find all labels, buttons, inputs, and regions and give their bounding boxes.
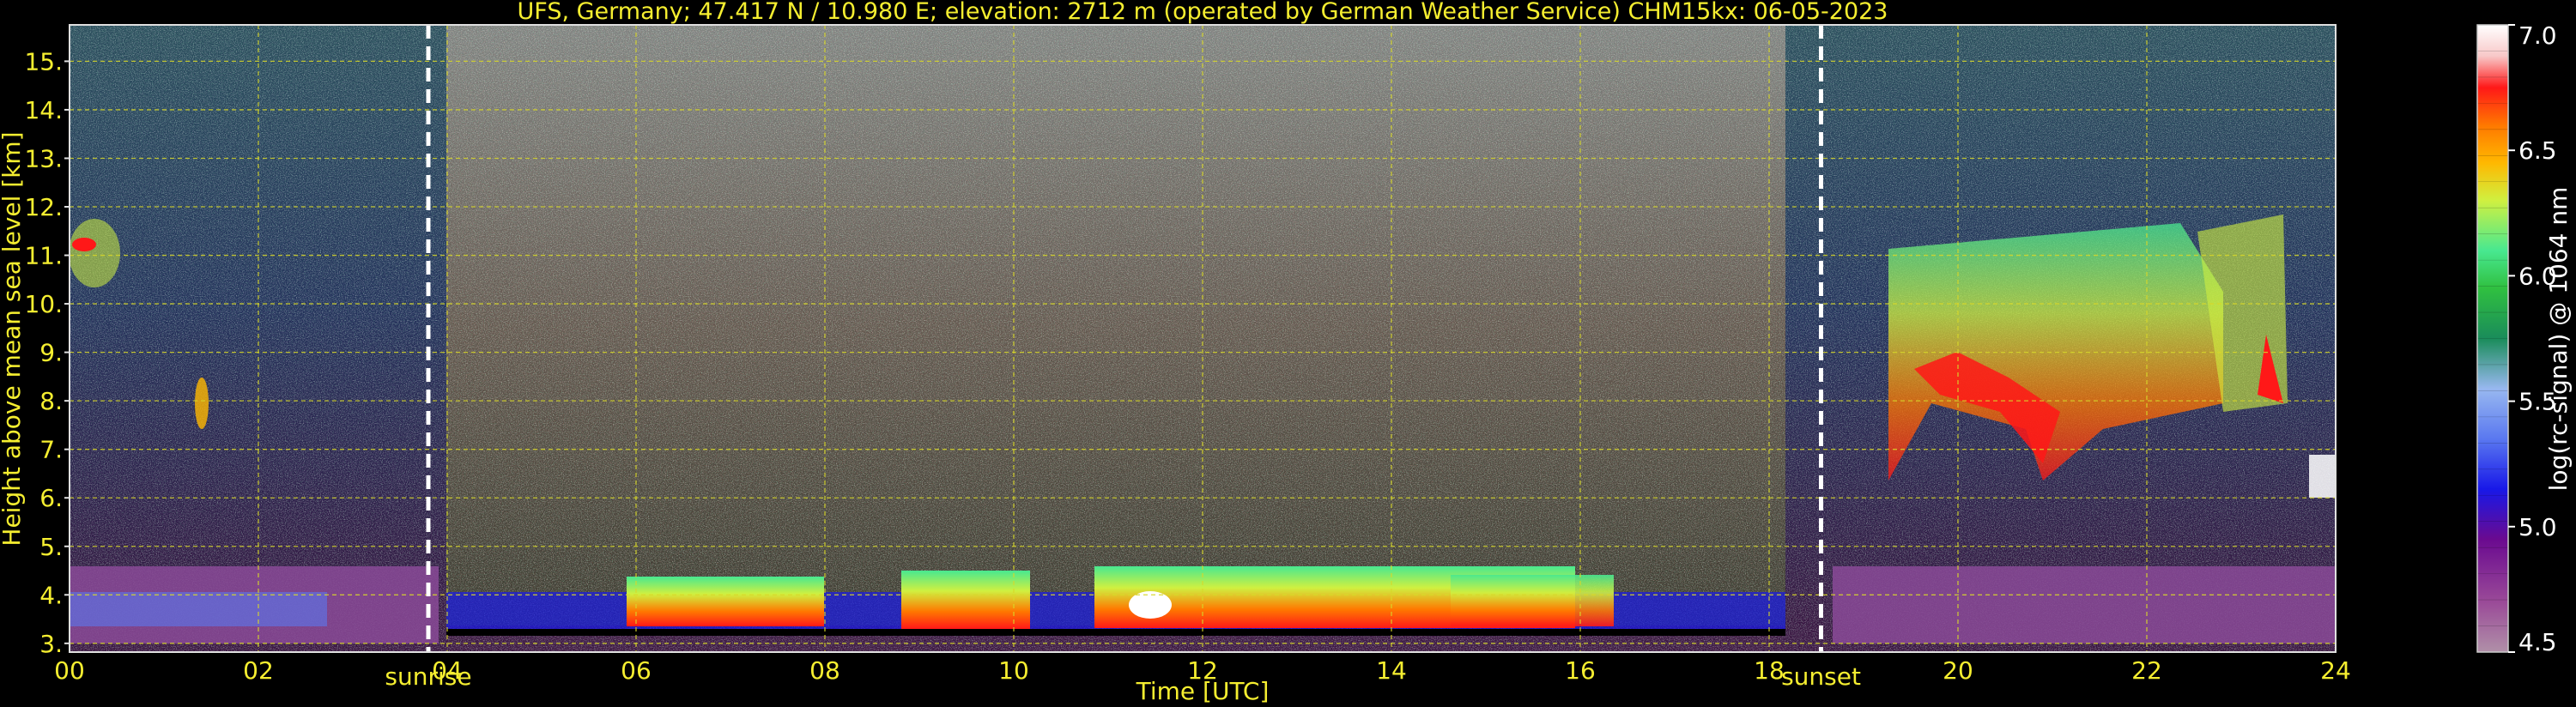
sunset-label: sunset xyxy=(1781,662,1861,691)
y-tick-label: 7. xyxy=(39,436,63,464)
x-tick-label: 06 xyxy=(621,656,652,685)
y-tick-label: 13. xyxy=(24,144,63,172)
lidar-chart: sunrise sunset 00 02 04 06 08 10 12 14 16 18 20 22 24… xyxy=(0,0,2573,705)
colorbar-tick-label: 6.5 xyxy=(2518,136,2557,165)
x-tick-label: 00 xyxy=(54,656,85,685)
y-tick-label: 8. xyxy=(39,387,63,415)
y-tick-label: 10. xyxy=(24,290,63,318)
x-tick-label: 02 xyxy=(243,656,274,685)
y-tick-label: 3. xyxy=(39,630,63,658)
x-tick-label: 10 xyxy=(998,656,1029,685)
y-tick-label: 9. xyxy=(39,339,63,367)
x-tick-label: 18 xyxy=(1754,656,1785,685)
y-tick-label: 15. xyxy=(24,47,63,76)
y-tick-label: 14. xyxy=(24,96,63,124)
x-tick-label: 14 xyxy=(1376,656,1407,685)
x-tick-label: 16 xyxy=(1565,656,1596,685)
y-tick-label: 5. xyxy=(39,533,63,561)
y-tick-label: 11. xyxy=(24,242,63,270)
chart-title: UFS, Germany; 47.417 N / 10.980 E; eleva… xyxy=(518,0,1888,25)
colorbar-tick-label: 5.0 xyxy=(2518,513,2557,541)
x-tick-label: 04 xyxy=(432,656,463,685)
colorbar-label: log(rc-signal) @ 1064 nm xyxy=(2544,187,2573,492)
colorbar-tick-label: 7.0 xyxy=(2518,21,2557,50)
colorbar-tick-label: 4.5 xyxy=(2518,628,2557,656)
y-tick-label: 4. xyxy=(39,581,63,609)
y-axis-label: Height above mean sea level [km] xyxy=(0,131,26,546)
x-tick-label: 24 xyxy=(2320,656,2351,685)
y-tick-label: 12. xyxy=(24,193,63,221)
x-tick-label: 08 xyxy=(809,656,840,685)
x-axis-label: Time [UTC] xyxy=(1136,677,1270,705)
y-axis-ticks: 3. 4. 5. 6. 7. 8. 9. 10. 11. 12. 13. 14. 15. xyxy=(24,47,70,658)
x-tick-label: 20 xyxy=(1943,656,1973,685)
x-tick-label: 22 xyxy=(2131,656,2162,685)
y-tick-label: 6. xyxy=(39,484,63,512)
